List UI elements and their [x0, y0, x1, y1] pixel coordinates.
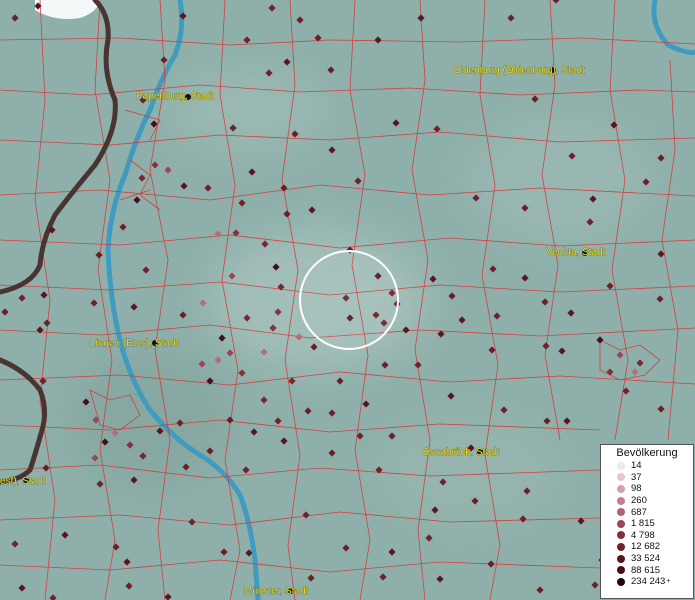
legend-item: 4 798 — [601, 530, 693, 542]
city-label-lingen[interactable]: Lingen (Ems), Stadt — [90, 338, 179, 350]
legend-item: 260 — [601, 495, 693, 507]
legend-item: 88 615 — [601, 564, 693, 576]
city-label-muenster[interactable]: Münster, Stadt — [244, 586, 309, 598]
legend-swatch-icon — [617, 461, 625, 470]
legend-item-label: 33 524 — [631, 553, 661, 565]
population-legend: Bevölkerung 14 37 98 260 687 1 815 4 798 12 682… — [600, 444, 694, 599]
legend-swatch-icon — [617, 473, 625, 482]
legend-swatch-icon — [617, 566, 625, 575]
legend-item: 1 815 — [601, 518, 693, 530]
legend-item: 33 524 — [601, 553, 693, 565]
city-label-oldenburg[interactable]: Oldenburg (Oldenburg), Stadt — [453, 65, 586, 77]
legend-swatch-icon — [617, 496, 625, 505]
legend-item-label: 37 — [631, 471, 642, 483]
legend-swatch-icon — [617, 508, 625, 517]
city-label-partial[interactable]: esf), Stadt — [0, 476, 46, 488]
legend-item: 234 243 + — [601, 576, 693, 588]
legend-item-label: 687 — [631, 506, 647, 518]
legend-swatch-icon — [617, 519, 625, 528]
legend-item-label: 260 — [631, 495, 647, 507]
legend-item-label: 88 615 — [631, 564, 661, 576]
legend-item: 12 682 — [601, 541, 693, 553]
legend-item-label: 98 — [631, 483, 642, 495]
legend-swatch-icon — [617, 484, 625, 493]
map-canvas[interactable]: Oldenburg (Oldenburg), Stadt Papenburg, … — [0, 0, 695, 600]
city-label-papenburg[interactable]: Papenburg, Stadt — [136, 91, 215, 103]
legend-item-label: 1 815 — [631, 518, 655, 530]
legend-item: 687 — [601, 506, 693, 518]
legend-item-label: 234 243 — [631, 576, 666, 588]
legend-item-suffix: + — [666, 578, 671, 586]
legend-item-label: 14 — [631, 460, 642, 472]
legend-swatch-icon — [617, 554, 625, 563]
legend-item: 37 — [601, 472, 693, 484]
legend-swatch-icon — [617, 531, 625, 540]
city-label-vechta[interactable]: Vechta, Stadt — [546, 247, 606, 259]
selection-ring-icon[interactable] — [299, 250, 399, 350]
legend-item-label: 4 798 — [631, 529, 655, 541]
legend-item: 98 — [601, 483, 693, 495]
legend-item: 14 — [601, 460, 693, 472]
legend-swatch-icon — [617, 577, 625, 586]
legend-title: Bevölkerung — [616, 447, 678, 459]
city-label-osnabrueck[interactable]: Osnabrück, Stadt — [422, 447, 500, 459]
legend-items: 14 37 98 260 687 1 815 4 798 12 682 33 524 88 615… — [601, 460, 693, 588]
legend-item-label: 12 682 — [631, 541, 661, 553]
legend-swatch-icon — [617, 542, 625, 551]
